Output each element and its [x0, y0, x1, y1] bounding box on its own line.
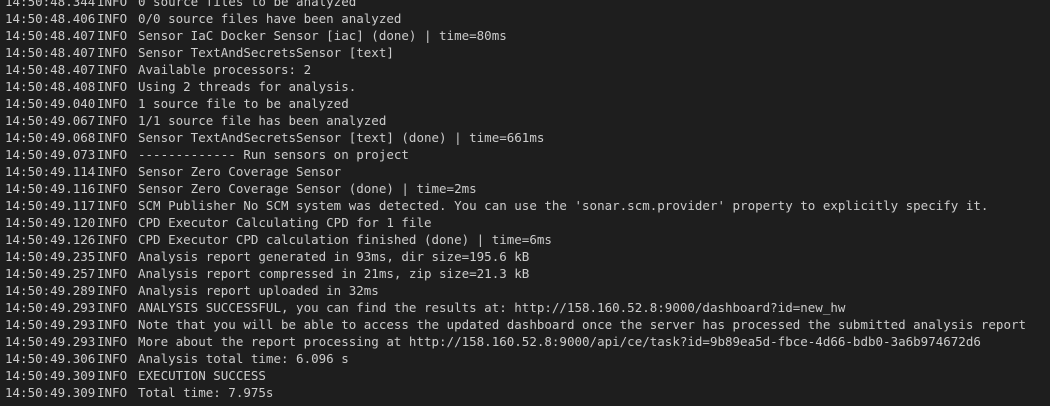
- log-level: INFO: [97, 300, 128, 315]
- log-level: INFO: [97, 215, 128, 230]
- log-timestamp: 14:50:49.289: [5, 283, 96, 298]
- log-line: 14:50:49.309 INFO EXECUTION SUCCESS: [5, 367, 1026, 384]
- log-level: INFO: [97, 28, 128, 43]
- log-line: 14:50:49.257 INFO Analysis report compress…: [5, 265, 1026, 282]
- log-line: 14:50:49.120 INFO CPD Executor Calculating…: [5, 214, 1026, 231]
- log-timestamp: 14:50:48.407: [5, 45, 96, 60]
- log-line: 14:50:49.126 INFO CPD Executor CPD calcula…: [5, 231, 1026, 248]
- log-timestamp: 14:50:49.068: [5, 130, 96, 145]
- log-timestamp: 14:50:49.067: [5, 113, 96, 128]
- log-line: 14:50:49.073 INFO ------------- Run sensor…: [5, 146, 1026, 163]
- log-timestamp: 14:50:48.344: [5, 0, 96, 9]
- log-line: 14:50:49.293 INFO ANALYSIS SUCCESSFUL, you…: [5, 299, 1026, 316]
- log-message: Total time: 7.975s: [138, 385, 274, 400]
- log-level: INFO: [97, 198, 128, 213]
- log-message: Analysis total time: 6.096 s: [138, 351, 349, 366]
- log-message: CPD Executor Calculating CPD for 1 file: [138, 215, 432, 230]
- log-level: INFO: [97, 249, 128, 264]
- log-line: 14:50:49.067 INFO 1/1 source file has been…: [5, 112, 1026, 129]
- log-timestamp: 14:50:49.073: [5, 147, 96, 162]
- log-message: SCM Publisher No SCM system was detected…: [138, 198, 989, 213]
- log-timestamp: 14:50:48.406: [5, 11, 96, 26]
- log-line: 14:50:49.040 INFO 1 source file to be anal…: [5, 95, 1026, 112]
- log-timestamp: 14:50:48.408: [5, 79, 96, 94]
- log-level: INFO: [97, 317, 128, 332]
- log-level: INFO: [97, 232, 128, 247]
- log-timestamp: 14:50:49.293: [5, 334, 96, 349]
- log-level: INFO: [97, 266, 128, 281]
- log-level: INFO: [97, 113, 128, 128]
- log-timestamp: 14:50:49.293: [5, 300, 96, 315]
- log-timestamp: 14:50:49.309: [5, 368, 96, 383]
- log-timestamp: 14:50:49.257: [5, 266, 96, 281]
- log-timestamp: 14:50:49.114: [5, 164, 96, 179]
- log-line: 14:50:49.293 INFO Note that you will be ab…: [5, 316, 1026, 333]
- log-line: 14:50:49.293 INFO More about the report pr…: [5, 333, 1026, 350]
- log-message: More about the report processing at http…: [138, 334, 981, 349]
- log-message: Analysis report compressed in 21ms, zip …: [138, 266, 530, 281]
- log-message: Using 2 threads for analysis.: [138, 79, 357, 94]
- log-level: INFO: [97, 283, 128, 298]
- log-level: INFO: [97, 11, 128, 26]
- log-line: 14:50:48.407 INFO Sensor IaC Docker Sensor…: [5, 27, 1026, 44]
- log-message: Note that you will be able to access the…: [138, 317, 1027, 332]
- log-line: 14:50:49.289 INFO Analysis report uploaded…: [5, 282, 1026, 299]
- log-message: 0/0 source files have been analyzed: [138, 11, 402, 26]
- log-line: 14:50:48.407 INFO Available processors: 2: [5, 61, 1026, 78]
- log-level: INFO: [97, 62, 128, 77]
- log-message: ------------- Run sensors on project: [138, 147, 409, 162]
- log-timestamp: 14:50:49.126: [5, 232, 96, 247]
- log-level: INFO: [97, 351, 128, 366]
- log-level: INFO: [97, 147, 128, 162]
- log-line: 14:50:49.306 INFO Analysis total time: 6.0…: [5, 350, 1026, 367]
- log-message: ANALYSIS SUCCESSFUL, you can find the re…: [138, 300, 846, 315]
- log-level: INFO: [97, 96, 128, 111]
- log-message: 0 source files to be analyzed: [138, 0, 357, 9]
- log-level: INFO: [97, 130, 128, 145]
- log-message: Analysis report uploaded in 32ms: [138, 283, 379, 298]
- log-timestamp: 14:50:49.117: [5, 198, 96, 213]
- log-timestamp: 14:50:49.293: [5, 317, 96, 332]
- log-message: Sensor Zero Coverage Sensor: [138, 164, 342, 179]
- log-message: Available processors: 2: [138, 62, 312, 77]
- log-line: 14:50:48.407 INFO Sensor TextAndSecretsSen…: [5, 44, 1026, 61]
- log-message: Sensor IaC Docker Sensor [iac] (done) | …: [138, 28, 507, 43]
- log-message: Sensor Zero Coverage Sensor (done) | tim…: [138, 181, 477, 196]
- log-message: Sensor TextAndSecretsSensor [text] (done…: [138, 130, 545, 145]
- log-level: INFO: [97, 385, 128, 400]
- log-timestamp: 14:50:49.116: [5, 181, 96, 196]
- log-line: 14:50:49.235 INFO Analysis report generate…: [5, 248, 1026, 265]
- log-line: 14:50:48.408 INFO Using 2 threads for anal…: [5, 78, 1026, 95]
- log-level: INFO: [97, 181, 128, 196]
- log-message: Sensor TextAndSecretsSensor [text]: [138, 45, 394, 60]
- log-lines: 14:50:48.344 INFO 0 source files to be ana…: [5, 0, 1026, 401]
- log-level: INFO: [97, 368, 128, 383]
- log-timestamp: 14:50:49.235: [5, 249, 96, 264]
- log-timestamp: 14:50:49.120: [5, 215, 96, 230]
- log-line: 14:50:49.309 INFO Total time: 7.975s: [5, 384, 1026, 401]
- log-line: 14:50:48.344 INFO 0 source files to be ana…: [5, 0, 1026, 10]
- log-timestamp: 14:50:49.040: [5, 96, 96, 111]
- log-message: 1/1 source file has been analyzed: [138, 113, 387, 128]
- log-line: 14:50:49.116 INFO Sensor Zero Coverage Sen…: [5, 180, 1026, 197]
- log-timestamp: 14:50:48.407: [5, 62, 96, 77]
- log-timestamp: 14:50:49.306: [5, 351, 96, 366]
- terminal-output[interactable]: 14:50:48.344 INFO 0 source files to be ana…: [0, 0, 1050, 406]
- log-timestamp: 14:50:48.407: [5, 28, 96, 43]
- log-line: 14:50:48.406 INFO 0/0 source files have be…: [5, 10, 1026, 27]
- log-message: Analysis report generated in 93ms, dir s…: [138, 249, 530, 264]
- log-line: 14:50:49.114 INFO Sensor Zero Coverage Sen…: [5, 163, 1026, 180]
- log-level: INFO: [97, 0, 128, 9]
- log-timestamp: 14:50:49.309: [5, 385, 96, 400]
- log-level: INFO: [97, 164, 128, 179]
- log-message: 1 source file to be analyzed: [138, 96, 349, 111]
- log-line: 14:50:49.117 INFO SCM Publisher No SCM sys…: [5, 197, 1026, 214]
- log-message: EXECUTION SUCCESS: [138, 368, 266, 383]
- log-line: 14:50:49.068 INFO Sensor TextAndSecretsSen…: [5, 129, 1026, 146]
- log-message: CPD Executor CPD calculation finished (d…: [138, 232, 552, 247]
- log-level: INFO: [97, 45, 128, 60]
- log-level: INFO: [97, 334, 128, 349]
- log-level: INFO: [97, 79, 128, 94]
